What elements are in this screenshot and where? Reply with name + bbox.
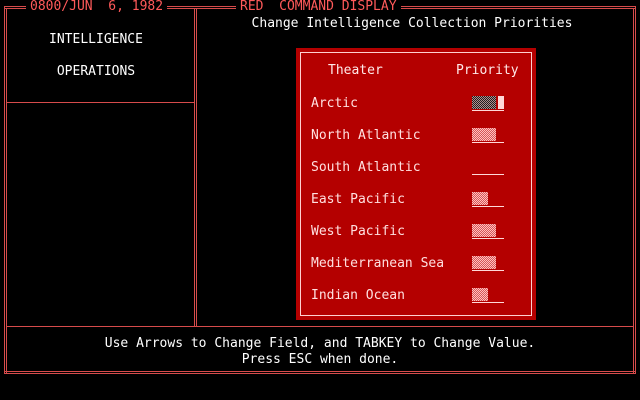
theater-label-south-atlantic[interactable]: South Atlantic bbox=[311, 160, 421, 175]
column-header-theater: Theater bbox=[328, 63, 383, 78]
priority-bar-west-pacific[interactable] bbox=[472, 223, 504, 239]
sidebar-separator bbox=[6, 102, 195, 103]
footer-esc-hint: Press ESC when done. bbox=[241, 352, 399, 367]
sidebar-item-operations[interactable]: OPERATIONS bbox=[8, 64, 184, 79]
sidebar-item-intelligence[interactable]: INTELLIGENCE bbox=[8, 32, 184, 47]
theater-label-indian-ocean[interactable]: Indian Ocean bbox=[311, 288, 405, 303]
priority-fill bbox=[472, 288, 488, 301]
priority-panel-border bbox=[300, 52, 532, 316]
priority-bar-indian-ocean[interactable] bbox=[472, 287, 504, 303]
theater-label-mediterranean-sea[interactable]: Mediterranean Sea bbox=[311, 256, 444, 271]
priority-underline bbox=[472, 238, 504, 239]
priority-bar-east-pacific[interactable] bbox=[472, 191, 504, 207]
footer-instructions: Use Arrows to Change Field, and TABKEY t… bbox=[104, 336, 536, 351]
priority-bar-mediterranean-sea[interactable] bbox=[472, 255, 504, 271]
frame-right-line bbox=[635, 6, 636, 374]
game-screen: 0800/JUN 6, 1982 RED COMMAND DISPLAY Cha… bbox=[0, 0, 640, 400]
column-header-priority: Priority bbox=[456, 63, 519, 78]
priority-underline bbox=[472, 206, 504, 207]
theater-label-east-pacific[interactable]: East Pacific bbox=[311, 192, 405, 207]
footer-separator bbox=[6, 326, 634, 327]
frame-right-line-inner bbox=[633, 8, 634, 374]
theater-label-arctic[interactable]: Arctic bbox=[311, 96, 358, 111]
priority-underline bbox=[472, 302, 504, 303]
frame-left-line-inner bbox=[6, 8, 7, 374]
priority-fill bbox=[472, 128, 496, 141]
priority-bar-arctic[interactable] bbox=[472, 95, 504, 111]
priority-underline bbox=[472, 174, 504, 175]
frame-bottom-line-inner bbox=[4, 371, 636, 372]
page-title: Change Intelligence Collection Prioritie… bbox=[251, 16, 573, 31]
priority-fill bbox=[472, 224, 496, 237]
priority-fill bbox=[472, 96, 496, 109]
priority-fill bbox=[472, 192, 488, 205]
priority-bar-south-atlantic[interactable] bbox=[472, 159, 504, 175]
priority-fill bbox=[472, 256, 496, 269]
selection-cursor bbox=[498, 96, 504, 109]
priority-bar-north-atlantic[interactable] bbox=[472, 127, 504, 143]
header-datetime: 0800/JUN 6, 1982 bbox=[26, 0, 168, 14]
priority-panel: Theater Priority bbox=[296, 48, 536, 320]
sidebar-divider-outer bbox=[194, 8, 195, 327]
frame-left-line bbox=[4, 6, 5, 374]
theater-label-north-atlantic[interactable]: North Atlantic bbox=[311, 128, 421, 143]
priority-underline bbox=[472, 270, 504, 271]
sidebar-divider-inner bbox=[196, 8, 197, 327]
priority-underline bbox=[472, 110, 504, 111]
frame-bottom-line bbox=[4, 373, 636, 374]
priority-underline bbox=[472, 142, 504, 143]
header-mode-title: RED COMMAND DISPLAY bbox=[236, 0, 401, 14]
theater-label-west-pacific[interactable]: West Pacific bbox=[311, 224, 405, 239]
